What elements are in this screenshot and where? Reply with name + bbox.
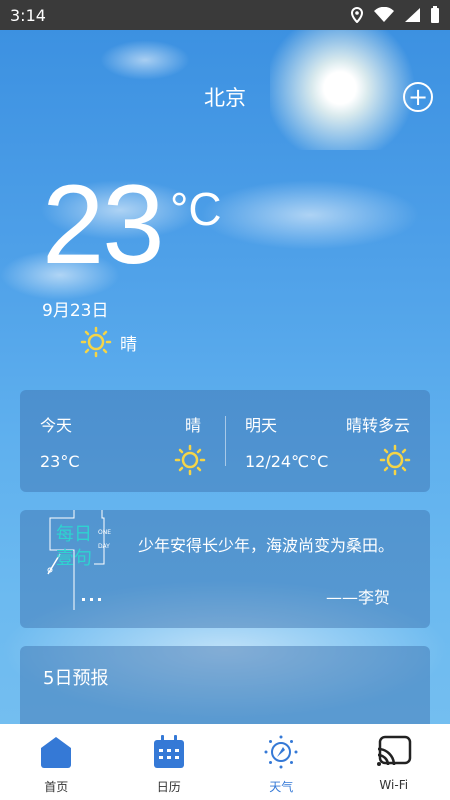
forecast-card[interactable]: 5日预报 — [20, 646, 430, 736]
calendar-icon — [151, 734, 187, 770]
tomorrow-temp: 12/24℃°C — [245, 452, 329, 471]
tomorrow-condition: 晴转多云 — [345, 416, 410, 435]
badge-small1: ONE — [98, 529, 111, 536]
tomorrow-label: 明天 — [245, 416, 278, 435]
tab-weather[interactable]: 天气 — [231, 724, 331, 795]
tab-label: 日历 — [156, 780, 181, 794]
sun-icon — [80, 326, 112, 358]
status-icons — [350, 6, 440, 24]
home-icon — [38, 734, 74, 770]
today-tomorrow-card[interactable]: 今天 晴 23°C 明天 晴转多云 12/24℃°C — [20, 390, 430, 492]
today-temp: 23°C — [40, 452, 80, 471]
daily-quote-badge: 每日 壹句 ONE DAY — [47, 510, 111, 610]
current-date: 9月23日 — [42, 301, 109, 321]
today-panel: 今天 晴 23°C — [20, 390, 225, 492]
forecast-title: 5日预报 — [43, 668, 109, 689]
quote-text: 少年安得长少年，海波尚变为桑田。 — [138, 536, 395, 555]
signal-icon — [405, 8, 420, 22]
weather-icon — [263, 734, 299, 770]
location-icon — [350, 7, 364, 23]
quote-author: ——李贺 — [325, 588, 390, 607]
badge-small2: DAY — [98, 543, 110, 550]
cloud-decor — [100, 40, 190, 80]
daily-quote-card[interactable]: 每日 壹句 ONE DAY 少年安得长少年，海波尚变为桑田。 ——李贺 — [20, 510, 430, 628]
tab-label: 天气 — [269, 780, 294, 794]
tab-home[interactable]: 首页 — [6, 724, 106, 795]
add-city-button[interactable]: + — [403, 82, 433, 112]
current-condition: 晴 — [120, 334, 137, 355]
tomorrow-panel: 明天 晴转多云 12/24℃°C — [225, 390, 430, 492]
cast-icon — [376, 734, 412, 770]
current-condition-row: 晴 — [80, 326, 137, 358]
tab-label: 首页 — [44, 780, 69, 794]
current-temperature: 23 — [42, 162, 165, 287]
cloud-decor — [200, 180, 420, 250]
today-condition: 晴 — [184, 416, 201, 435]
badge-line2: 壹句 — [56, 548, 92, 569]
status-bar: 3:14 — [0, 0, 450, 30]
bottom-tab-bar: 首页 日历 天气 Wi-Fi — [0, 724, 450, 800]
today-label: 今天 — [40, 416, 73, 435]
tab-label: Wi-Fi — [379, 778, 409, 792]
wifi-icon — [374, 7, 394, 22]
status-time: 3:14 — [10, 5, 46, 25]
badge-line1: 每日 — [56, 524, 92, 545]
battery-icon — [431, 6, 439, 23]
city-name[interactable]: 北京 — [0, 82, 450, 112]
tab-calendar[interactable]: 日历 — [119, 724, 219, 795]
sun-icon — [379, 444, 411, 476]
plus-icon: + — [407, 83, 429, 111]
tab-wifi[interactable]: Wi-Fi — [344, 724, 444, 792]
sun-icon — [174, 444, 206, 476]
temperature-unit: °C — [170, 183, 222, 235]
